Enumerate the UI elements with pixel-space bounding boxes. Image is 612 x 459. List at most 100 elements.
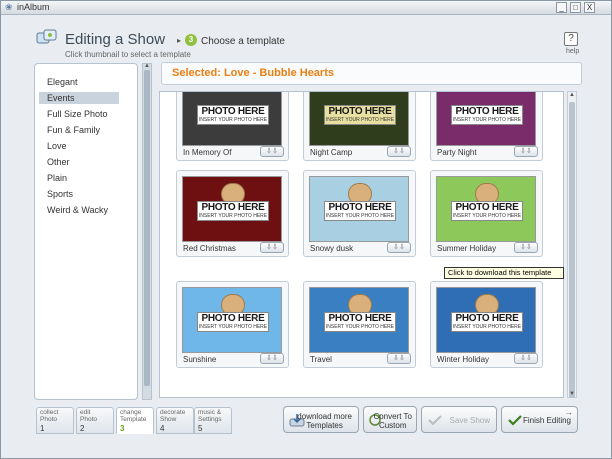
photo-placeholder: PHOTO HERE INSERT YOUR PHOTO HERE [197, 201, 269, 221]
download-icon[interactable]: ⇩⇩ [514, 353, 538, 364]
template-card-sunshine[interactable]: PHOTO HERE INSERT YOUR PHOTO HERE Sunshin… [176, 281, 289, 368]
scrollbar-thumb[interactable] [569, 102, 575, 398]
template-thumbnail[interactable]: PHOTO HERE INSERT YOUR PHOTO HERE [182, 176, 282, 242]
template-card-red-christmas[interactable]: PHOTO HERE INSERT YOUR PHOTO HERE Red Chr… [176, 170, 289, 257]
download-icon[interactable]: ⇩⇩ [514, 242, 538, 253]
download-icon[interactable]: ⇩⇩ [260, 353, 284, 364]
save-show-button[interactable]: Save Show [421, 406, 497, 433]
template-thumbnail[interactable]: PHOTO HERE INSERT YOUR PHOTO HERE [309, 287, 409, 353]
template-grid: PHOTO HERE INSERT YOUR PHOTO HERE In Memo… [159, 91, 564, 398]
convert-label: Convert To Custom [373, 412, 412, 430]
template-thumbnail[interactable]: PHOTO HERE INSERT YOUR PHOTO HERE [309, 92, 409, 146]
step-tab-label: music & Settings [198, 409, 222, 423]
scroll-up-icon[interactable]: ▲ [569, 92, 575, 98]
panel-splitter[interactable]: ▲ [142, 63, 152, 400]
step-tab-number: 5 [198, 424, 203, 433]
splitter-handle[interactable] [144, 70, 150, 386]
save-show-label: Save Show [449, 416, 490, 425]
help-label[interactable]: help [566, 48, 579, 55]
download-icon[interactable]: ⇩⇩ [260, 242, 284, 253]
template-label: Party Night [437, 148, 477, 157]
download-tooltip: Click to download this template [444, 267, 564, 279]
template-card-snowy-dusk[interactable]: PHOTO HERE INSERT YOUR PHOTO HERE Snowy d… [303, 170, 416, 257]
step-tab-decorate-show[interactable]: decorate Show 4 [156, 407, 194, 434]
template-thumbnail[interactable]: PHOTO HERE INSERT YOUR PHOTO HERE [436, 176, 536, 242]
page-title: Editing a Show [65, 31, 166, 48]
template-scrollbar[interactable]: ▲ ▼ [567, 91, 577, 398]
step-tab-edit-photo[interactable]: edit Photo 2 [76, 407, 114, 434]
download-icon[interactable]: ⇩⇩ [514, 146, 538, 157]
step-tab-label: edit Photo [80, 409, 97, 423]
template-thumbnail[interactable]: PHOTO HERE INSERT YOUR PHOTO HERE [436, 287, 536, 353]
photo-placeholder: PHOTO HERE INSERT YOUR PHOTO HERE [197, 105, 269, 125]
download-more-label: download more Templates [297, 412, 352, 430]
step-tab-collect-photo[interactable]: collect Photo 1 [36, 407, 74, 434]
template-thumbnail[interactable]: PHOTO HERE INSERT YOUR PHOTO HERE [182, 287, 282, 353]
template-card-winter-holiday[interactable]: PHOTO HERE INSERT YOUR PHOTO HERE Winter … [430, 281, 543, 368]
category-item-fun-family[interactable]: Fun & Family [39, 124, 119, 136]
template-label: Summer Holiday [437, 244, 497, 253]
category-item-events[interactable]: Events [39, 92, 119, 104]
template-label: Travel [310, 355, 332, 364]
arrow-right-icon: → [565, 408, 573, 417]
template-label: Winter Holiday [437, 355, 490, 364]
step-tab-number: 4 [160, 424, 165, 433]
category-item-other[interactable]: Other [39, 156, 119, 168]
app-window: ❀ inAlbum _ □ X Editing a Show ▸ 3 Choos… [0, 0, 612, 459]
category-item-sports[interactable]: Sports [39, 188, 119, 200]
step-tab-label: change Template [120, 409, 147, 423]
category-item-full-size-photo[interactable]: Full Size Photo [39, 108, 119, 120]
download-icon[interactable]: ⇩⇩ [260, 146, 284, 157]
step-tab-number: 1 [40, 424, 45, 433]
photo-placeholder: PHOTO HERE INSERT YOUR PHOTO HERE [451, 201, 523, 221]
category-item-love[interactable]: Love [39, 140, 119, 152]
template-card-in-memory-of[interactable]: PHOTO HERE INSERT YOUR PHOTO HERE In Memo… [176, 92, 289, 161]
app-logo-icon: ❀ [5, 2, 13, 12]
close-button[interactable]: X [584, 2, 595, 13]
download-icon[interactable]: ⇩⇩ [387, 146, 411, 157]
finish-editing-label: Finish Editing [522, 416, 571, 425]
finish-editing-button[interactable]: Finish Editing → [501, 406, 578, 433]
step-number-badge: 3 [185, 34, 197, 46]
help-icon[interactable]: ? [564, 32, 578, 46]
edit-show-icon [36, 29, 57, 44]
photo-placeholder: PHOTO HERE INSERT YOUR PHOTO HERE [451, 105, 523, 125]
step-tab-change-template[interactable]: change Template 3 [116, 407, 154, 434]
category-item-weird-wacky[interactable]: Weird & Wacky [39, 204, 119, 216]
step-label: Choose a template [201, 36, 285, 47]
photo-placeholder: PHOTO HERE INSERT YOUR PHOTO HERE [324, 312, 396, 332]
page-subtitle: Click thumbnail to select a template [65, 50, 191, 59]
template-card-night-camp[interactable]: PHOTO HERE INSERT YOUR PHOTO HERE Night C… [303, 92, 416, 161]
template-card-travel[interactable]: PHOTO HERE INSERT YOUR PHOTO HERE Travel … [303, 281, 416, 368]
photo-placeholder: PHOTO HERE INSERT YOUR PHOTO HERE [324, 201, 396, 221]
category-item-plain[interactable]: Plain [39, 172, 119, 184]
download-icon[interactable]: ⇩⇩ [387, 353, 411, 364]
splitter-up-arrow-icon[interactable]: ▲ [144, 63, 150, 69]
download-icon[interactable]: ⇩⇩ [387, 242, 411, 253]
category-item-elegant[interactable]: Elegant [39, 76, 119, 88]
template-label: Sunshine [183, 355, 217, 364]
finish-check-icon [508, 415, 522, 426]
template-thumbnail[interactable]: PHOTO HERE INSERT YOUR PHOTO HERE [436, 92, 536, 146]
maximize-button[interactable]: □ [570, 2, 581, 13]
scroll-down-icon[interactable]: ▼ [569, 391, 575, 397]
template-thumbnail[interactable]: PHOTO HERE INSERT YOUR PHOTO HERE [182, 92, 282, 146]
convert-to-custom-button[interactable]: Convert To Custom [363, 406, 417, 433]
selected-template-bar: Selected: Love - Bubble Hearts [161, 62, 582, 85]
save-check-icon [428, 415, 442, 426]
template-card-party-night[interactable]: PHOTO HERE INSERT YOUR PHOTO HERE Party N… [430, 92, 543, 161]
step-tab-music-settings[interactable]: music & Settings 5 [194, 407, 232, 434]
minimize-button[interactable]: _ [556, 2, 567, 13]
template-label: Night Camp [310, 148, 353, 157]
category-list: Elegant Events Full Size Photo Fun & Fam… [34, 63, 138, 400]
step-tab-label: decorate Show [160, 409, 186, 423]
selected-template-text: Selected: Love - Bubble Hearts [172, 67, 334, 79]
template-card-summer-holiday[interactable]: PHOTO HERE INSERT YOUR PHOTO HERE Summer … [430, 170, 543, 257]
step-tab-number: 3 [120, 424, 125, 433]
download-more-templates-button[interactable]: download more Templates [283, 406, 359, 433]
template-label: Red Christmas [183, 244, 236, 253]
template-thumbnail[interactable]: PHOTO HERE INSERT YOUR PHOTO HERE [309, 176, 409, 242]
title-bar: ❀ inAlbum _ □ X [1, 1, 611, 15]
app-title: inAlbum [17, 2, 50, 12]
photo-placeholder: PHOTO HERE INSERT YOUR PHOTO HERE [197, 312, 269, 332]
